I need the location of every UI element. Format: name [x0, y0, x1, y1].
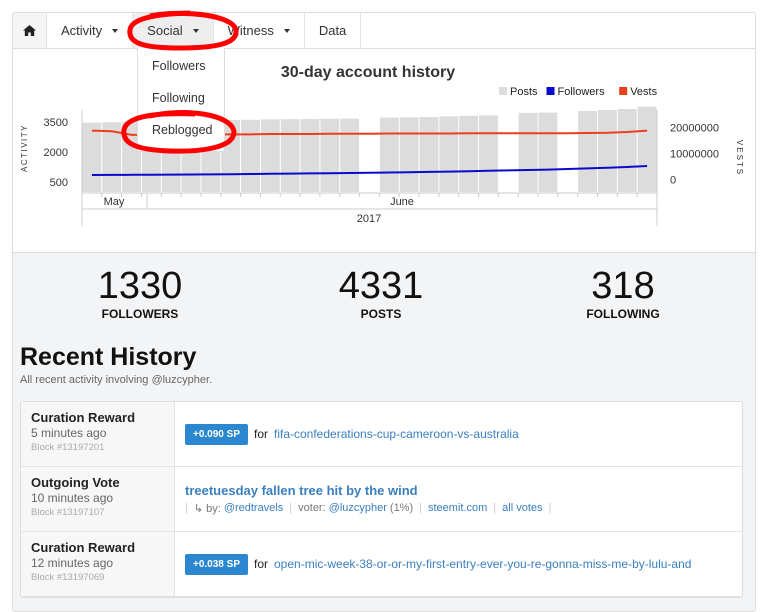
posts-bar	[538, 112, 558, 192]
x-tick-label: May	[104, 196, 125, 208]
y-tick-right: 0	[670, 174, 676, 186]
legend-swatch	[546, 87, 555, 95]
account-history-chart: 30-day account history Posts Followers Vest…	[20, 64, 744, 226]
posts-bar	[241, 119, 260, 192]
y-tick-right: 20000000	[670, 122, 719, 134]
posts-bar	[518, 112, 538, 192]
posts-bar	[617, 109, 637, 192]
x-tick-label: June	[390, 196, 414, 208]
post-link[interactable]: open-mic-week-38-or-or-my-first-entry-ev…	[274, 557, 691, 571]
legend-swatch	[619, 87, 628, 95]
table-row: Curation Reward 5 minutes ago Block #13197…	[21, 402, 742, 467]
posts-bar	[479, 115, 498, 192]
posts-bar	[260, 119, 280, 192]
y-tick-left: 500	[50, 177, 68, 189]
legend-label: Posts	[510, 86, 538, 98]
legend-label: Vests	[630, 86, 657, 98]
y-tick-right: 10000000	[670, 148, 719, 160]
y-tick-left: 2000	[44, 147, 68, 159]
menu-item-following[interactable]: Following	[138, 82, 224, 114]
posts-bar	[637, 106, 657, 192]
posts-bar	[578, 111, 598, 192]
y-tick-left: 3500	[44, 117, 68, 129]
history-table: Curation Reward 5 minutes ago Block #13197…	[20, 401, 743, 598]
posts-bar	[419, 117, 439, 192]
posts-bar	[598, 110, 617, 192]
post-link[interactable]: fifa-confederations-cup-cameroon-vs-aust…	[274, 427, 519, 441]
chart-title: 30-day account history	[281, 64, 455, 81]
block-link[interactable]: Block #13197107	[31, 507, 164, 518]
legend-swatch	[499, 87, 507, 95]
posts-bar	[320, 118, 340, 192]
block-link[interactable]: Block #13197201	[31, 442, 164, 453]
posts-bar	[340, 118, 360, 192]
x-year-label: 2017	[357, 213, 381, 225]
voter-link[interactable]: @luzcypher	[329, 502, 387, 515]
table-row: Curation Reward 12 minutes ago Block #1319…	[21, 532, 742, 597]
stat-followers[interactable]: 1330 FOLLOWERS	[60, 265, 220, 321]
recent-history-title: Recent History	[20, 343, 197, 371]
steemit-link[interactable]: steemit.com	[428, 502, 487, 515]
posts-bar	[300, 119, 320, 192]
post-title-link[interactable]: treetuesday fallen tree hit by the wind	[185, 483, 551, 498]
posts-bar	[280, 119, 300, 192]
legend-label: Followers	[558, 86, 606, 98]
reward-badge: +0.038 SP	[185, 553, 248, 575]
stat-posts[interactable]: 4331 POSTS	[301, 265, 461, 321]
reward-badge: +0.090 SP	[185, 423, 248, 445]
recent-history-subtitle: All recent activity involving @luzcypher…	[20, 374, 213, 386]
posts-bar	[459, 115, 479, 192]
menu-item-followers[interactable]: Followers	[138, 50, 224, 82]
social-dropdown-menu: Followers Following Reblogged	[137, 48, 225, 152]
posts-bar	[399, 117, 419, 192]
author-link[interactable]: @redtravels	[224, 502, 283, 515]
block-link[interactable]: Block #13197069	[31, 572, 164, 583]
posts-bar	[379, 117, 399, 192]
posts-bar	[82, 122, 102, 192]
all-votes-link[interactable]: all votes	[502, 502, 542, 515]
table-row: Outgoing Vote 10 minutes ago Block #131971…	[21, 467, 742, 532]
stat-following[interactable]: 318 FOLLOWING	[543, 265, 703, 321]
posts-bar	[439, 116, 459, 192]
menu-item-reblogged[interactable]: Reblogged	[138, 114, 224, 146]
y-label-right: VESTS	[735, 140, 744, 176]
y-label-left: ACTIVITY	[20, 124, 29, 172]
